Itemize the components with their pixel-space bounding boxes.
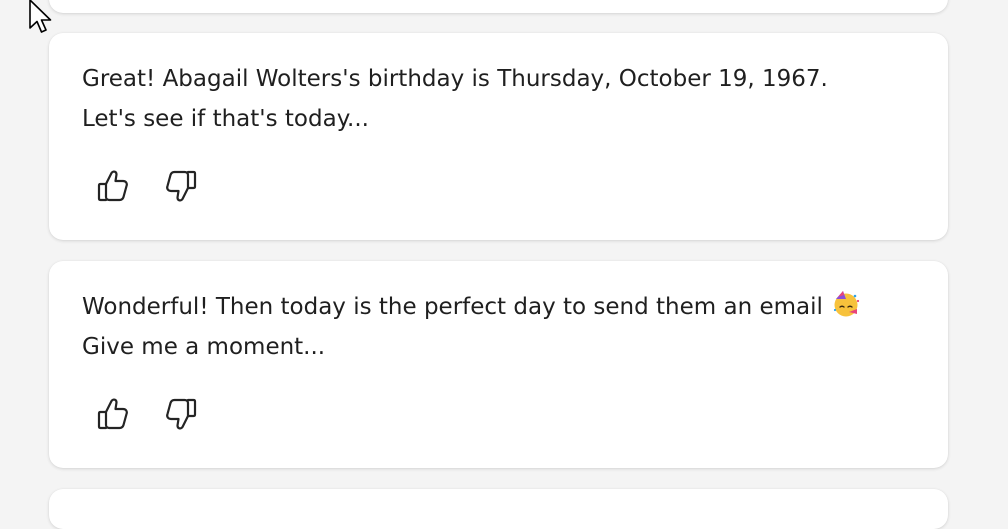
next-message-card <box>49 489 948 529</box>
previous-message-card <box>49 0 948 13</box>
feedback-actions <box>94 392 200 436</box>
thumbs-up-button[interactable] <box>94 164 132 208</box>
thumbs-down-icon <box>166 398 197 430</box>
message-line-text: Wonderful! Then today is the perfect day… <box>82 294 823 320</box>
partying-face-icon <box>833 291 860 317</box>
thumbs-down-icon <box>166 170 197 202</box>
thumbs-up-button[interactable] <box>94 392 132 436</box>
thumbs-down-button[interactable] <box>162 164 200 208</box>
message-line: Give me a moment... <box>82 334 326 360</box>
mouse-pointer-icon <box>29 0 52 33</box>
message-text: Great! Abagail Wolters's birthday is Thu… <box>82 59 932 139</box>
thumbs-down-button[interactable] <box>162 392 200 436</box>
thumbs-up-icon <box>97 170 128 202</box>
message-card: Wonderful! Then today is the perfect day… <box>49 261 948 468</box>
message-line: Let's see if that's today... <box>82 106 369 132</box>
message-card: Great! Abagail Wolters's birthday is Thu… <box>49 33 948 240</box>
message-line: Wonderful! Then today is the perfect day… <box>82 287 932 327</box>
feedback-actions <box>94 164 200 208</box>
message-text: Wonderful! Then today is the perfect day… <box>82 287 932 367</box>
message-line: Great! Abagail Wolters's birthday is Thu… <box>82 66 828 92</box>
thumbs-up-icon <box>97 398 128 430</box>
